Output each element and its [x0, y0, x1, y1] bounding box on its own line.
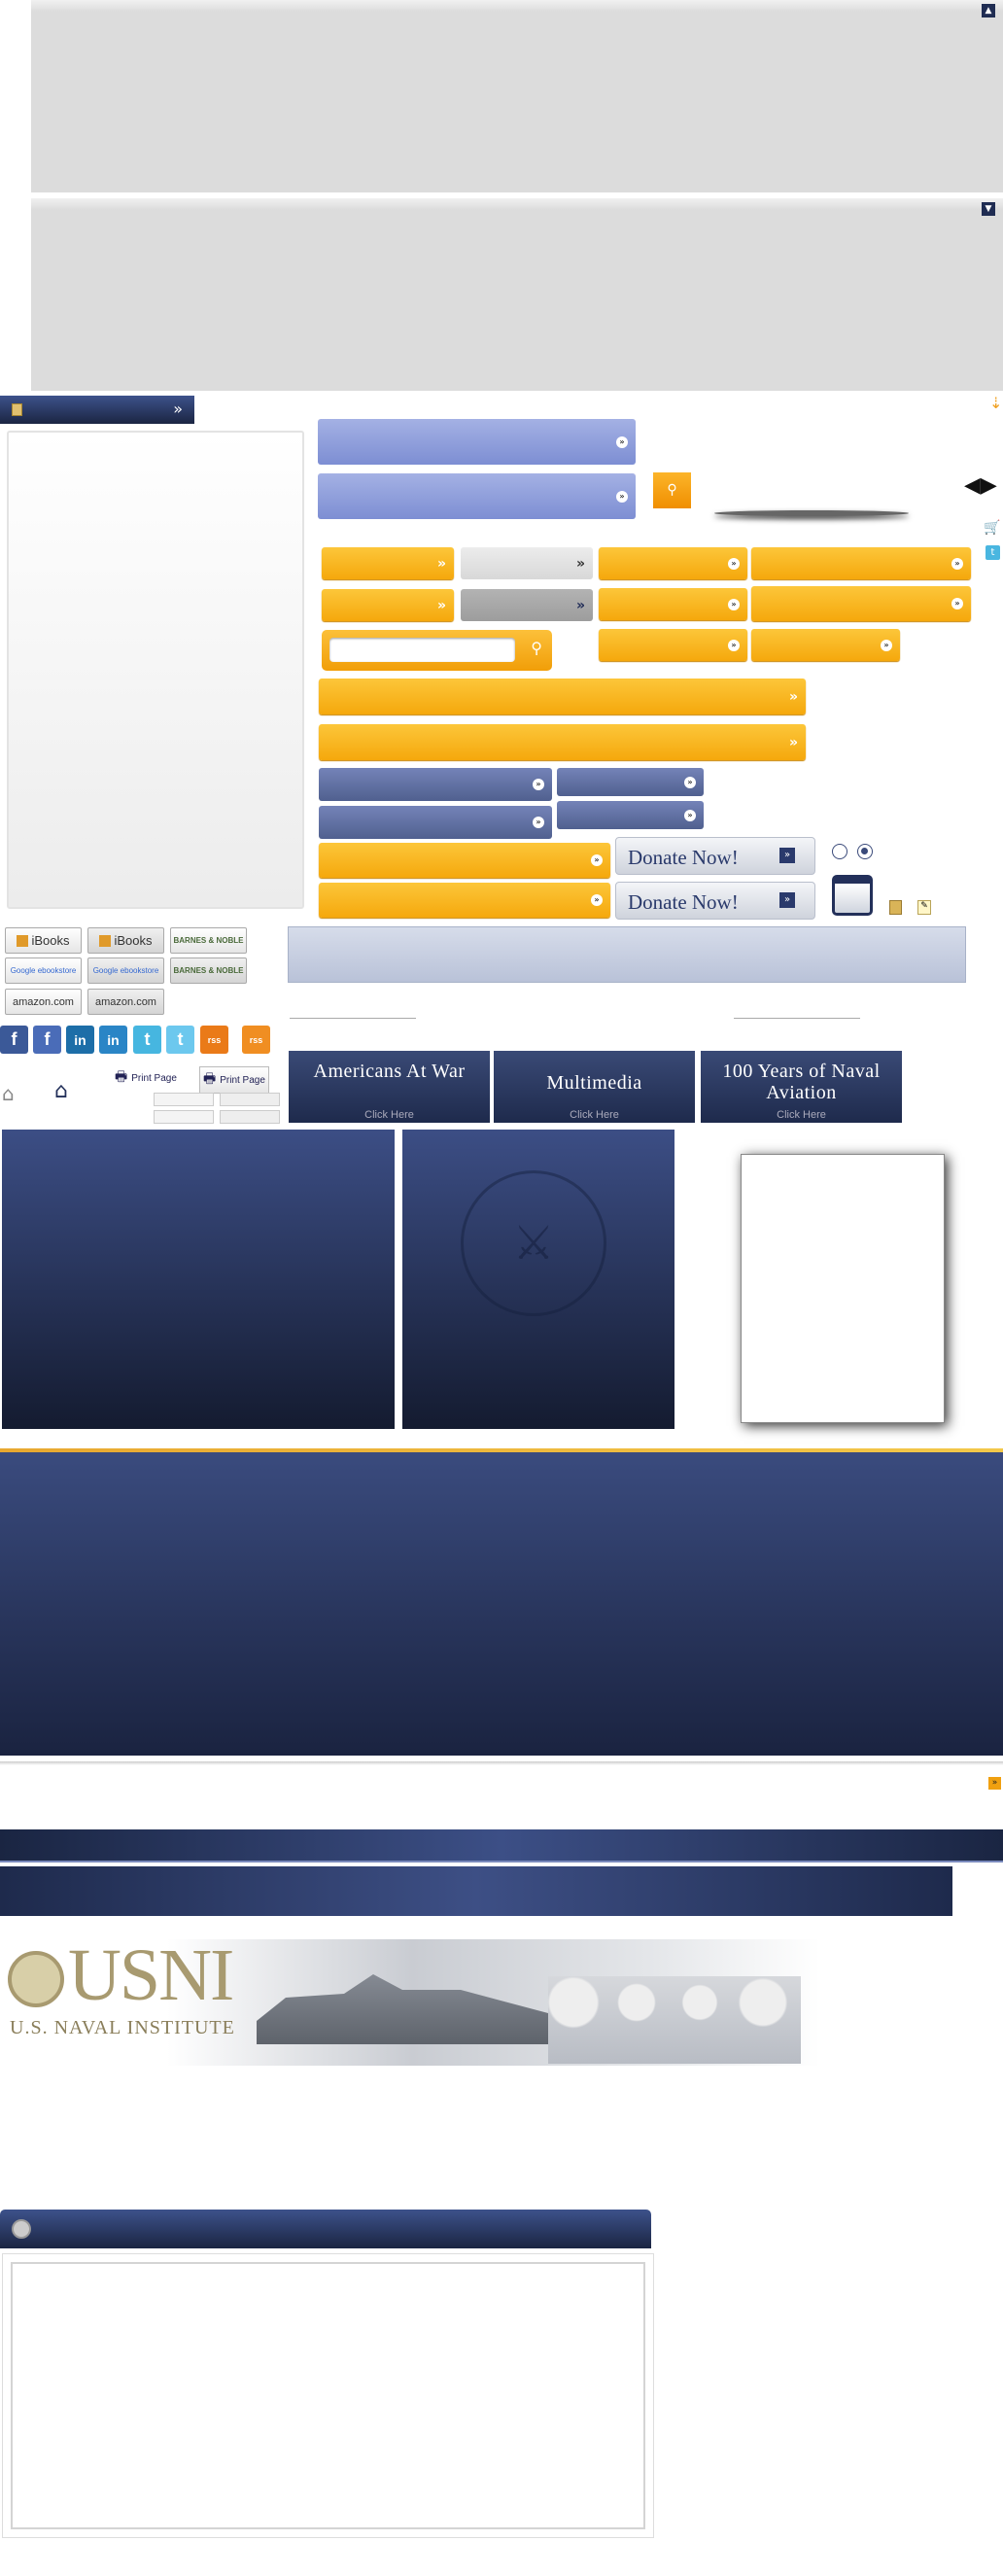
ibooks-button-1[interactable]: iBooks — [5, 927, 82, 954]
amazon-button-2[interactable]: amazon.com — [87, 989, 164, 1015]
rss-icon[interactable]: rss — [200, 1026, 228, 1054]
banner-americans-at-war[interactable]: Americans At War Click Here — [289, 1051, 490, 1123]
usni-logo: USNI U.S. NAVAL INSTITUTE — [4, 1934, 820, 2066]
radio-checked[interactable] — [857, 844, 873, 859]
orange-button-1[interactable]: » — [322, 547, 454, 579]
seal-small-icon — [12, 2219, 31, 2239]
radio-unchecked[interactable] — [832, 844, 847, 859]
navy-panel-seal: ⚔ — [402, 1130, 674, 1429]
home-icon-outline[interactable]: ⌂ — [2, 1082, 15, 1105]
seal-icon — [8, 1951, 64, 2007]
divider-left — [290, 1018, 416, 1019]
book-small-icon[interactable] — [889, 900, 902, 915]
gray-button-2[interactable]: » — [461, 589, 593, 621]
navy-panel-left — [2, 1130, 395, 1429]
donate-button-1[interactable]: Donate Now!» — [615, 837, 815, 875]
search-input[interactable] — [329, 638, 515, 662]
top-panel-2 — [31, 198, 1003, 391]
small-orange-arrow[interactable]: » — [988, 1777, 1001, 1790]
shadow-bar — [714, 510, 909, 516]
barnes-noble-button-2[interactable]: BARNES & NOBLE — [170, 957, 247, 984]
download-icon[interactable]: ⇣ — [989, 394, 1002, 412]
pager-3[interactable] — [154, 1110, 214, 1124]
orange-button-9[interactable]: » — [319, 843, 610, 878]
sidebar-header[interactable]: » — [0, 396, 194, 424]
bottom-panel-header — [0, 2210, 651, 2248]
pager-1[interactable] — [154, 1093, 214, 1106]
orange-button-2[interactable]: » — [322, 589, 454, 621]
orange-button-10[interactable]: » — [319, 883, 610, 918]
nav-arrows-icon[interactable]: ◀▶ — [964, 473, 997, 498]
ibooks-icon — [99, 934, 112, 947]
twitter-icon-alt[interactable]: t — [166, 1026, 194, 1054]
band-shadow — [0, 1761, 1003, 1765]
sidebar-panel — [7, 431, 304, 909]
banner-naval-aviation[interactable]: 100 Years of Naval Aviation Click Here — [701, 1051, 902, 1123]
facebook-icon[interactable]: f — [0, 1026, 28, 1054]
orange-button-3[interactable]: » — [599, 547, 747, 579]
blue-button-2[interactable]: » — [318, 473, 636, 519]
twitter-small-icon[interactable]: t — [986, 545, 1000, 560]
pager-4[interactable] — [220, 1110, 280, 1124]
search-bar: ⚲ — [322, 630, 552, 671]
slate-button-2[interactable]: » — [319, 806, 552, 839]
twitter-icon[interactable]: t — [133, 1026, 161, 1054]
sailors-image — [548, 1976, 801, 2064]
search-button[interactable]: ⚲ — [653, 472, 691, 508]
slate-button-1[interactable]: » — [319, 768, 552, 801]
donate-button-2[interactable]: Donate Now!» — [615, 882, 815, 920]
orange-button-6[interactable]: » — [751, 586, 971, 621]
pager-2[interactable] — [220, 1093, 280, 1106]
top-panel-1 — [31, 0, 1003, 192]
printer-icon: 🖶 — [115, 1068, 128, 1084]
rss-icon-alt[interactable]: rss — [242, 1026, 270, 1054]
wide-orange-button-2[interactable]: » — [319, 724, 806, 760]
nav-strip-2 — [0, 1866, 952, 1916]
slate-button-3[interactable]: » — [557, 768, 704, 796]
wide-orange-button-1[interactable]: » — [319, 679, 806, 714]
linkedin-icon-alt[interactable]: in — [99, 1026, 127, 1054]
edit-icon[interactable]: ✎ — [917, 900, 931, 915]
print-page-link-2[interactable]: 🖶 Print Page — [199, 1066, 269, 1094]
barnes-noble-button-1[interactable]: BARNES & NOBLE — [170, 927, 247, 954]
search-icon[interactable]: ⚲ — [531, 639, 542, 657]
book-icon — [12, 403, 22, 416]
orange-button-5[interactable]: » — [599, 588, 747, 620]
collapse-icon[interactable]: ▲ — [982, 4, 995, 17]
orange-button-8[interactable]: » — [751, 629, 900, 661]
print-page-link-1[interactable]: 🖶 Print Page — [115, 1066, 177, 1090]
google-ebookstore-button-1[interactable]: Google ebookstore — [5, 957, 82, 984]
info-bar — [288, 926, 966, 983]
linkedin-icon[interactable]: in — [66, 1026, 94, 1054]
cart-icon[interactable]: 🛒 — [984, 520, 1000, 536]
google-ebookstore-button-2[interactable]: Google ebookstore — [87, 957, 164, 984]
gray-button-1[interactable]: » — [461, 547, 593, 579]
home-icon[interactable]: ⌂ — [54, 1079, 68, 1103]
white-card — [741, 1154, 945, 1423]
ship-image — [257, 1974, 548, 2044]
expand-icon[interactable]: ▼ — [982, 202, 995, 216]
navy-band — [0, 1452, 1003, 1756]
ibooks-icon — [17, 934, 29, 947]
orange-button-7[interactable]: » — [599, 629, 747, 661]
blue-button-1[interactable]: » — [318, 419, 636, 465]
sidebar-arrow: » — [173, 400, 183, 418]
nav-strip-1 — [0, 1829, 1003, 1862]
facebook-icon-alt[interactable]: f — [33, 1026, 61, 1054]
ibooks-button-2[interactable]: iBooks — [87, 927, 164, 954]
amazon-button-1[interactable]: amazon.com — [5, 989, 82, 1015]
printer-icon: 🖶 — [203, 1070, 217, 1086]
bottom-panel-body — [2, 2253, 654, 2538]
divider-right — [734, 1018, 860, 1019]
slate-button-4[interactable]: » — [557, 801, 704, 829]
orange-button-4[interactable]: » — [751, 547, 971, 579]
calendar-icon[interactable] — [832, 875, 873, 916]
banner-multimedia[interactable]: Multimedia Click Here — [494, 1051, 695, 1123]
naval-institute-seal-icon: ⚔ — [461, 1170, 606, 1316]
